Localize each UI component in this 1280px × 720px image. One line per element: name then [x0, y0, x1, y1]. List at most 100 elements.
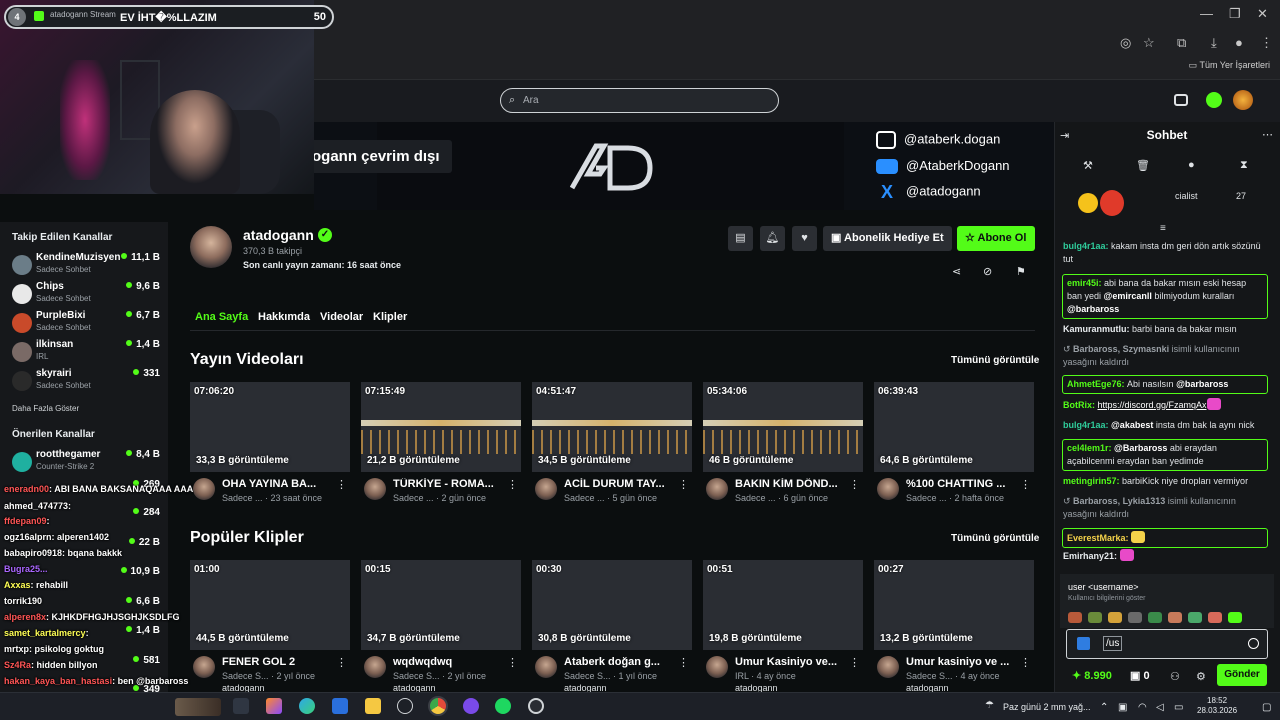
tab-home[interactable]: Ana Sayfa [195, 311, 248, 323]
weather-icon[interactable]: ☂ [985, 700, 994, 711]
channel-points[interactable]: ✦ 8.990 [1072, 669, 1112, 682]
drops-icon[interactable] [1174, 94, 1188, 106]
edge-icon[interactable] [299, 698, 315, 714]
clip-title[interactable]: Ataberk doğan g... [564, 656, 678, 668]
video-title[interactable]: %100 CHATTING ... [906, 478, 1020, 490]
chat-mention[interactable]: @Barbaross [1114, 443, 1167, 453]
video-thumbnail[interactable]: 07:15:49 21,2 B görüntüleme [361, 382, 521, 472]
subscribe-button[interactable]: ☆ Abone Ol [957, 226, 1035, 251]
search-input[interactable]: ⌕ Ara [500, 88, 779, 113]
follow-button[interactable]: ♥ [792, 226, 817, 251]
chat-username[interactable]: cel4lem1r [1067, 443, 1109, 453]
battery-icon[interactable]: ▭ [1174, 702, 1183, 713]
more-options-icon[interactable]: ⋮ [336, 478, 347, 491]
chat-username[interactable]: AhmetEge76 [1067, 379, 1122, 389]
profile-icon[interactable]: ● [1235, 35, 1243, 50]
task-view-icon[interactable] [233, 698, 249, 714]
more-options-icon[interactable]: ⋮ [507, 478, 518, 491]
obs-icon[interactable] [528, 698, 544, 714]
clip-thumbnail[interactable]: 00:30 30,8 B görüntüleme [532, 560, 692, 650]
tab-about[interactable]: Hakkımda [258, 311, 310, 323]
calendar-button[interactable]: ▤ [728, 226, 753, 251]
emote[interactable] [1188, 612, 1202, 623]
chat-settings-icon[interactable]: ⚙ [1196, 670, 1206, 683]
minimize-icon[interactable]: — [1200, 6, 1213, 21]
weather-text[interactable]: Paz günü 2 mm yağ... [1003, 702, 1091, 712]
video-thumbnail[interactable]: 06:39:43 64,6 B görüntüleme [874, 382, 1034, 472]
volume-icon[interactable]: ◁ [1156, 702, 1164, 713]
video-thumbnail[interactable]: 05:34:06 46 B görüntüleme [703, 382, 863, 472]
send-button[interactable]: Gönder [1217, 664, 1267, 686]
chat-username[interactable]: EverestMarka [1067, 533, 1126, 543]
social-instagram[interactable]: @ataberk.dogan [876, 131, 1000, 149]
report-icon[interactable]: ⚑ [1016, 265, 1026, 278]
extensions-icon[interactable]: ⧉ [1177, 35, 1186, 51]
show-more-link[interactable]: Daha Fazla Göster [12, 404, 79, 413]
notification-icon[interactable]: ▢ [1262, 702, 1271, 713]
emote[interactable] [1148, 612, 1162, 623]
trash-icon[interactable]: 🗑︎ [1136, 159, 1150, 172]
emote[interactable] [1068, 612, 1082, 623]
more-options-icon[interactable]: ⋮ [336, 656, 347, 669]
download-icon[interactable]: ⤓ [1211, 35, 1217, 51]
avatar[interactable] [193, 478, 215, 500]
chrome-icon[interactable] [428, 696, 448, 716]
channel-avatar[interactable] [190, 226, 232, 268]
chat-username[interactable]: BotRix [1063, 400, 1092, 410]
clip-thumbnail[interactable]: 00:15 34,7 B görüntüleme [361, 560, 521, 650]
tab-videos[interactable]: Videolar [320, 311, 363, 323]
system-clock[interactable]: 18:52 28.03.2026 [1197, 696, 1237, 716]
chat-username[interactable]: Emirhany21 [1063, 551, 1114, 561]
chat-username[interactable]: bulg4r1aa [1063, 420, 1106, 430]
avatar[interactable] [535, 656, 557, 678]
chat-mention[interactable]: @barbaross [1176, 379, 1228, 389]
expand-pinned-icon[interactable]: ≡ [1160, 223, 1166, 234]
social-x[interactable]: X @atadogann [876, 183, 981, 201]
sidebar-channel[interactable]: PurpleBixi Sadece Sohbet 6,7 B [12, 310, 162, 338]
chat-menu-icon[interactable]: ⋯ [1262, 128, 1273, 141]
video-title[interactable]: ACİL DURUM TAY... [564, 478, 678, 490]
sidebar-channel[interactable]: rootthegamer Counter-Strike 2 8,4 B [12, 449, 162, 477]
emote[interactable] [1128, 612, 1142, 623]
clip-thumbnail[interactable]: 00:27 13,2 B görüntüleme [874, 560, 1034, 650]
avatar[interactable] [364, 478, 386, 500]
more-options-icon[interactable]: ⋮ [849, 656, 860, 669]
emoji-icon[interactable] [1248, 638, 1259, 649]
chat-username[interactable]: Kamuranmutlu [1063, 324, 1127, 334]
user-avatar[interactable] [1233, 90, 1253, 110]
clips-see-all[interactable]: Tümünü görüntüle [951, 533, 1039, 544]
avatar[interactable] [877, 656, 899, 678]
all-bookmarks[interactable]: ▭ Tüm Yer İşaretleri [1189, 60, 1270, 71]
sidebar-channel[interactable]: Chips Sadece Sohbet 9,6 B [12, 281, 162, 309]
gift-sub-button[interactable]: ▣ Abonelik Hediye Et [823, 226, 952, 251]
chat-mention[interactable]: @barbaross [1067, 304, 1119, 314]
more-options-icon[interactable]: ⋮ [678, 478, 689, 491]
chat-mention[interactable]: @akabest [1111, 420, 1153, 430]
social-youtube[interactable]: @AtaberkDogann [876, 158, 1010, 175]
clip-thumbnail[interactable]: 00:51 19,8 B görüntüleme [703, 560, 863, 650]
video-title[interactable]: BAKIN KİM DÖND... [735, 478, 849, 490]
chat-username[interactable]: emir45i [1067, 278, 1099, 288]
tray-chevron-icon[interactable]: ⌃ [1100, 702, 1108, 713]
avatar[interactable] [364, 656, 386, 678]
hourglass-icon[interactable]: ⧗ [1240, 159, 1248, 172]
star-icon[interactable]: ☆ [1143, 35, 1155, 51]
video-thumbnail[interactable]: 07:06:20 33,3 B görüntüleme [190, 382, 350, 472]
tab-clips[interactable]: Klipler [373, 311, 407, 323]
wifi-icon[interactable]: ◠ [1138, 702, 1147, 713]
more-options-icon[interactable]: ⋮ [849, 478, 860, 491]
emote[interactable] [1108, 612, 1122, 623]
hammer-icon[interactable]: ⚒ [1083, 159, 1093, 172]
kick-logo-icon[interactable] [1206, 92, 1222, 108]
menu-dots-icon[interactable]: ⋮ [1260, 35, 1273, 51]
share-icon[interactable]: ⋖ [952, 265, 961, 278]
drops-count[interactable]: ▣ 0 [1130, 669, 1150, 682]
chat-users-icon[interactable]: ⚇ [1170, 670, 1180, 683]
discord-icon[interactable] [463, 698, 479, 714]
chat-bubble-icon[interactable]: ● [1188, 159, 1195, 171]
clip-title[interactable]: Umur kasiniyo ve ... [906, 656, 1020, 668]
chat-mention[interactable]: @emircanll [1104, 291, 1152, 301]
avatar[interactable] [706, 656, 728, 678]
restore-icon[interactable]: ❐ [1229, 6, 1241, 22]
more-options-icon[interactable]: ⋮ [678, 656, 689, 669]
